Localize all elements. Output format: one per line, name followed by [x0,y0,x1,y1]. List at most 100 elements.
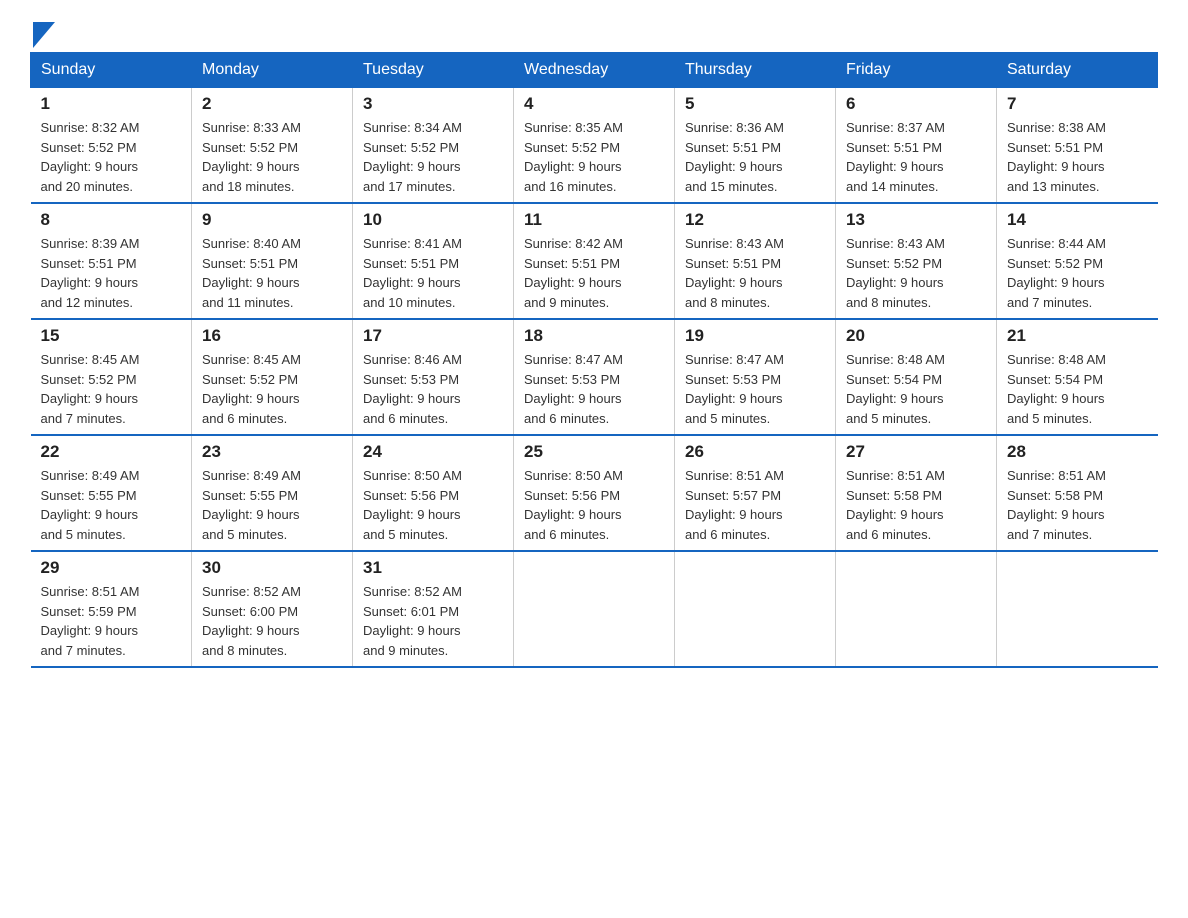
page-header [30,20,1158,44]
day-info: Sunrise: 8:50 AM Sunset: 5:56 PM Dayligh… [524,466,664,544]
day-info: Sunrise: 8:51 AM Sunset: 5:59 PM Dayligh… [41,582,182,660]
day-number: 18 [524,326,664,346]
day-info: Sunrise: 8:51 AM Sunset: 5:57 PM Dayligh… [685,466,825,544]
calendar-day-cell: 31Sunrise: 8:52 AM Sunset: 6:01 PM Dayli… [353,551,514,667]
day-number: 31 [363,558,503,578]
day-info: Sunrise: 8:36 AM Sunset: 5:51 PM Dayligh… [685,118,825,196]
day-info: Sunrise: 8:49 AM Sunset: 5:55 PM Dayligh… [202,466,342,544]
day-number: 28 [1007,442,1148,462]
day-number: 11 [524,210,664,230]
day-info: Sunrise: 8:34 AM Sunset: 5:52 PM Dayligh… [363,118,503,196]
calendar-day-cell: 29 Sunrise: 8:51 AM Sunset: 5:59 PM Dayli… [31,551,192,667]
day-info: Sunrise: 8:42 AM Sunset: 5:51 PM Dayligh… [524,234,664,312]
day-of-week-header: Monday [192,53,353,88]
calendar-day-cell: 13 Sunrise: 8:43 AM Sunset: 5:52 PM Dayli… [836,203,997,319]
calendar-day-cell: 25 Sunrise: 8:50 AM Sunset: 5:56 PM Dayli… [514,435,675,551]
day-number: 24 [363,442,503,462]
calendar-day-cell: 18 Sunrise: 8:47 AM Sunset: 5:53 PM Dayli… [514,319,675,435]
calendar-day-cell: 23 Sunrise: 8:49 AM Sunset: 5:55 PM Dayli… [192,435,353,551]
day-number: 26 [685,442,825,462]
day-number: 6 [846,94,986,114]
day-info: Sunrise: 8:47 AM Sunset: 5:53 PM Dayligh… [685,350,825,428]
calendar-day-cell: 20 Sunrise: 8:48 AM Sunset: 5:54 PM Dayli… [836,319,997,435]
day-info: Sunrise: 8:43 AM Sunset: 5:52 PM Dayligh… [846,234,986,312]
calendar-day-cell: 19 Sunrise: 8:47 AM Sunset: 5:53 PM Dayli… [675,319,836,435]
day-number: 25 [524,442,664,462]
calendar-day-cell: 3 Sunrise: 8:34 AM Sunset: 5:52 PM Daylig… [353,88,514,204]
day-info: Sunrise: 8:37 AM Sunset: 5:51 PM Dayligh… [846,118,986,196]
calendar-day-cell: 9Sunrise: 8:40 AM Sunset: 5:51 PM Daylig… [192,203,353,319]
calendar-day-cell: 1 Sunrise: 8:32 AM Sunset: 5:52 PM Daylig… [31,88,192,204]
day-info: Sunrise: 8:52 AM Sunset: 6:00 PM Dayligh… [202,582,342,660]
calendar-day-cell: 17 Sunrise: 8:46 AM Sunset: 5:53 PM Dayli… [353,319,514,435]
calendar-day-cell: 4 Sunrise: 8:35 AM Sunset: 5:52 PM Daylig… [514,88,675,204]
day-number: 1 [41,94,182,114]
day-of-week-header: Wednesday [514,53,675,88]
day-of-week-header: Thursday [675,53,836,88]
day-info: Sunrise: 8:50 AM Sunset: 5:56 PM Dayligh… [363,466,503,544]
logo-arrow-icon [33,22,55,48]
day-number: 8 [41,210,182,230]
day-number: 12 [685,210,825,230]
day-info: Sunrise: 8:38 AM Sunset: 5:51 PM Dayligh… [1007,118,1148,196]
day-number: 2 [202,94,342,114]
logo-text [30,20,55,48]
day-number: 7 [1007,94,1148,114]
calendar-day-cell: 22 Sunrise: 8:49 AM Sunset: 5:55 PM Dayli… [31,435,192,551]
day-info: Sunrise: 8:49 AM Sunset: 5:55 PM Dayligh… [41,466,182,544]
calendar-day-cell: 26 Sunrise: 8:51 AM Sunset: 5:57 PM Dayli… [675,435,836,551]
day-info: Sunrise: 8:45 AM Sunset: 5:52 PM Dayligh… [202,350,342,428]
day-info: Sunrise: 8:51 AM Sunset: 5:58 PM Dayligh… [1007,466,1148,544]
day-info: Sunrise: 8:48 AM Sunset: 5:54 PM Dayligh… [1007,350,1148,428]
calendar-day-cell [997,551,1158,667]
calendar-header: SundayMondayTuesdayWednesdayThursdayFrid… [31,53,1158,88]
calendar-day-cell: 2 Sunrise: 8:33 AM Sunset: 5:52 PM Daylig… [192,88,353,204]
calendar-day-cell: 14Sunrise: 8:44 AM Sunset: 5:52 PM Dayli… [997,203,1158,319]
day-number: 19 [685,326,825,346]
day-number: 17 [363,326,503,346]
calendar-week-row: 22 Sunrise: 8:49 AM Sunset: 5:55 PM Dayli… [31,435,1158,551]
day-info: Sunrise: 8:47 AM Sunset: 5:53 PM Dayligh… [524,350,664,428]
day-number: 4 [524,94,664,114]
calendar-day-cell: 12 Sunrise: 8:43 AM Sunset: 5:51 PM Dayli… [675,203,836,319]
calendar-week-row: 8Sunrise: 8:39 AM Sunset: 5:51 PM Daylig… [31,203,1158,319]
day-number: 23 [202,442,342,462]
calendar-day-cell: 15Sunrise: 8:45 AM Sunset: 5:52 PM Dayli… [31,319,192,435]
calendar-week-row: 1 Sunrise: 8:32 AM Sunset: 5:52 PM Daylig… [31,88,1158,204]
day-number: 13 [846,210,986,230]
calendar-week-row: 29 Sunrise: 8:51 AM Sunset: 5:59 PM Dayli… [31,551,1158,667]
calendar-table: SundayMondayTuesdayWednesdayThursdayFrid… [30,52,1158,668]
calendar-day-cell: 28 Sunrise: 8:51 AM Sunset: 5:58 PM Dayli… [997,435,1158,551]
calendar-body: 1 Sunrise: 8:32 AM Sunset: 5:52 PM Daylig… [31,88,1158,668]
day-info: Sunrise: 8:35 AM Sunset: 5:52 PM Dayligh… [524,118,664,196]
day-of-week-header: Sunday [31,53,192,88]
days-of-week-row: SundayMondayTuesdayWednesdayThursdayFrid… [31,53,1158,88]
day-info: Sunrise: 8:43 AM Sunset: 5:51 PM Dayligh… [685,234,825,312]
calendar-day-cell: 21 Sunrise: 8:48 AM Sunset: 5:54 PM Dayli… [997,319,1158,435]
day-number: 20 [846,326,986,346]
day-info: Sunrise: 8:32 AM Sunset: 5:52 PM Dayligh… [41,118,182,196]
day-number: 22 [41,442,182,462]
day-number: 29 [41,558,182,578]
calendar-day-cell [514,551,675,667]
calendar-day-cell: 11 Sunrise: 8:42 AM Sunset: 5:51 PM Dayli… [514,203,675,319]
calendar-day-cell: 16Sunrise: 8:45 AM Sunset: 5:52 PM Dayli… [192,319,353,435]
day-of-week-header: Saturday [997,53,1158,88]
day-info: Sunrise: 8:40 AM Sunset: 5:51 PM Dayligh… [202,234,342,312]
calendar-day-cell: 27Sunrise: 8:51 AM Sunset: 5:58 PM Dayli… [836,435,997,551]
day-info: Sunrise: 8:33 AM Sunset: 5:52 PM Dayligh… [202,118,342,196]
calendar-day-cell: 6 Sunrise: 8:37 AM Sunset: 5:51 PM Daylig… [836,88,997,204]
calendar-day-cell [836,551,997,667]
calendar-day-cell: 24 Sunrise: 8:50 AM Sunset: 5:56 PM Dayli… [353,435,514,551]
day-number: 21 [1007,326,1148,346]
calendar-day-cell: 7 Sunrise: 8:38 AM Sunset: 5:51 PM Daylig… [997,88,1158,204]
day-number: 3 [363,94,503,114]
day-number: 27 [846,442,986,462]
calendar-day-cell: 8Sunrise: 8:39 AM Sunset: 5:51 PM Daylig… [31,203,192,319]
day-info: Sunrise: 8:41 AM Sunset: 5:51 PM Dayligh… [363,234,503,312]
day-number: 30 [202,558,342,578]
day-info: Sunrise: 8:48 AM Sunset: 5:54 PM Dayligh… [846,350,986,428]
day-number: 5 [685,94,825,114]
day-info: Sunrise: 8:46 AM Sunset: 5:53 PM Dayligh… [363,350,503,428]
day-number: 15 [41,326,182,346]
